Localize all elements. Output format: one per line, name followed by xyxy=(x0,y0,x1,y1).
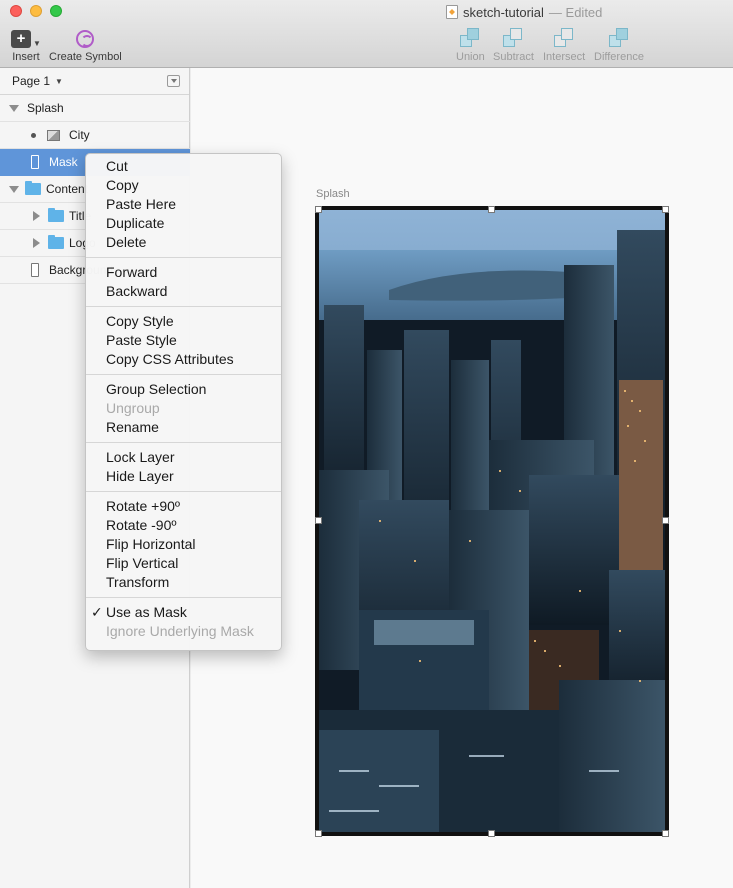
context-menu: Cut Copy Paste Here Duplicate Delete For… xyxy=(85,153,282,651)
resize-handle-bottom[interactable] xyxy=(488,830,495,837)
document-status: — Edited xyxy=(548,4,603,20)
folder-icon xyxy=(48,235,64,249)
intersect-label: Intersect xyxy=(543,51,586,63)
union-icon xyxy=(460,28,480,48)
disclosure-triangle-icon[interactable] xyxy=(9,104,19,112)
menu-item-lock-layer[interactable]: Lock Layer xyxy=(86,448,281,467)
layer-label: City xyxy=(69,128,90,142)
menu-item-transform[interactable]: Transform xyxy=(86,573,281,592)
image-icon xyxy=(47,129,60,141)
menu-item-rename[interactable]: Rename xyxy=(86,418,281,437)
menu-item-copy-style[interactable]: Copy Style xyxy=(86,312,281,331)
artboard-label[interactable]: Splash xyxy=(316,188,350,200)
menu-separator xyxy=(86,374,281,375)
menu-separator xyxy=(86,597,281,598)
artboard-splash[interactable] xyxy=(315,206,669,836)
close-window-button[interactable] xyxy=(10,5,22,17)
minimize-window-button[interactable] xyxy=(30,5,42,17)
window-title: sketch-tutorial — Edited xyxy=(446,3,602,21)
create-symbol-label: Create Symbol xyxy=(49,51,122,63)
menu-item-cut[interactable]: Cut xyxy=(86,157,281,176)
rectangle-icon xyxy=(31,155,39,169)
plus-icon: + xyxy=(11,30,31,48)
menu-item-ungroup: Ungroup xyxy=(106,400,160,416)
intersect-icon xyxy=(554,28,574,48)
difference-button[interactable]: Difference xyxy=(594,26,644,63)
menu-item-duplicate[interactable]: Duplicate xyxy=(86,214,281,233)
toolbar: sketch-tutorial — Edited + ▼ Insert Creat… xyxy=(0,0,733,68)
resize-handle-right[interactable] xyxy=(662,517,669,524)
menu-item-paste-here[interactable]: Paste Here xyxy=(86,195,281,214)
insert-button[interactable]: + ▼ Insert xyxy=(11,26,41,63)
menu-separator xyxy=(86,491,281,492)
checkmark-icon: ✓ xyxy=(91,604,103,620)
folder-icon xyxy=(48,208,64,222)
masked-indicator-icon xyxy=(31,132,36,138)
menu-item-rotate-ccw[interactable]: Rotate -90º xyxy=(86,516,281,535)
document-icon xyxy=(446,5,458,19)
menu-item-paste-style[interactable]: Paste Style xyxy=(86,331,281,350)
intersect-button[interactable]: Intersect xyxy=(543,26,585,63)
difference-label: Difference xyxy=(594,51,644,63)
layer-label: Mask xyxy=(49,155,78,169)
zoom-window-button[interactable] xyxy=(50,5,62,17)
rectangle-icon xyxy=(31,263,39,277)
menu-item-label: Use as Mask xyxy=(106,604,187,620)
create-symbol-button[interactable]: Create Symbol xyxy=(49,26,122,63)
collapse-pages-button[interactable] xyxy=(167,75,180,87)
subtract-icon xyxy=(503,28,523,48)
menu-item-forward[interactable]: Forward xyxy=(86,263,281,282)
disclosure-triangle-icon[interactable] xyxy=(9,185,19,193)
symbol-icon xyxy=(76,30,95,48)
disclosure-triangle-icon[interactable] xyxy=(33,211,40,221)
menu-item-hide-layer[interactable]: Hide Layer xyxy=(86,467,281,486)
menu-item-use-as-mask[interactable]: ✓ Use as Mask xyxy=(86,603,281,622)
menu-item-flip-vertical[interactable]: Flip Vertical xyxy=(86,554,281,573)
disclosure-triangle-icon[interactable] xyxy=(33,238,40,248)
resize-handle-bottom-right[interactable] xyxy=(662,830,669,837)
menu-separator xyxy=(86,442,281,443)
insert-label: Insert xyxy=(12,51,40,63)
menu-item-flip-horizontal[interactable]: Flip Horizontal xyxy=(86,535,281,554)
difference-icon xyxy=(608,28,629,48)
menu-item-rotate-cw[interactable]: Rotate +90º xyxy=(86,497,281,516)
menu-separator xyxy=(86,257,281,258)
subtract-label: Subtract xyxy=(493,51,534,63)
resize-handle-left[interactable] xyxy=(315,517,322,524)
menu-separator xyxy=(86,306,281,307)
resize-handle-top[interactable] xyxy=(488,206,495,213)
page-label: Page 1 xyxy=(12,74,51,88)
menu-item-ignore-underlying-mask: Ignore Underlying Mask xyxy=(106,623,254,639)
resize-handle-bottom-left[interactable] xyxy=(315,830,322,837)
menu-item-delete[interactable]: Delete xyxy=(86,233,281,252)
menu-item-group-selection[interactable]: Group Selection xyxy=(86,380,281,399)
subtract-button[interactable]: Subtract xyxy=(493,26,534,63)
resize-handle-top-right[interactable] xyxy=(662,206,669,213)
layer-splash[interactable]: Splash xyxy=(0,95,190,122)
sketch-window: sketch-tutorial — Edited + ▼ Insert Creat… xyxy=(0,0,733,888)
menu-item-backward[interactable]: Backward xyxy=(86,282,281,301)
layer-label: Content xyxy=(46,182,89,196)
union-button[interactable]: Union xyxy=(456,26,485,63)
page-selector[interactable]: Page 1 ▼ xyxy=(0,68,189,95)
union-label: Union xyxy=(456,51,485,63)
menu-item-copy-css-attributes[interactable]: Copy CSS Attributes xyxy=(86,350,281,369)
layer-label: Splash xyxy=(27,101,64,115)
resize-handle-top-left[interactable] xyxy=(315,206,322,213)
layer-city[interactable]: City xyxy=(0,122,190,149)
chevron-down-icon: ▼ xyxy=(33,39,41,48)
chevron-down-icon: ▼ xyxy=(55,76,63,86)
menu-item-copy[interactable]: Copy xyxy=(86,176,281,195)
document-name: sketch-tutorial xyxy=(463,4,544,20)
folder-icon xyxy=(25,181,41,195)
city-image[interactable] xyxy=(319,210,665,832)
